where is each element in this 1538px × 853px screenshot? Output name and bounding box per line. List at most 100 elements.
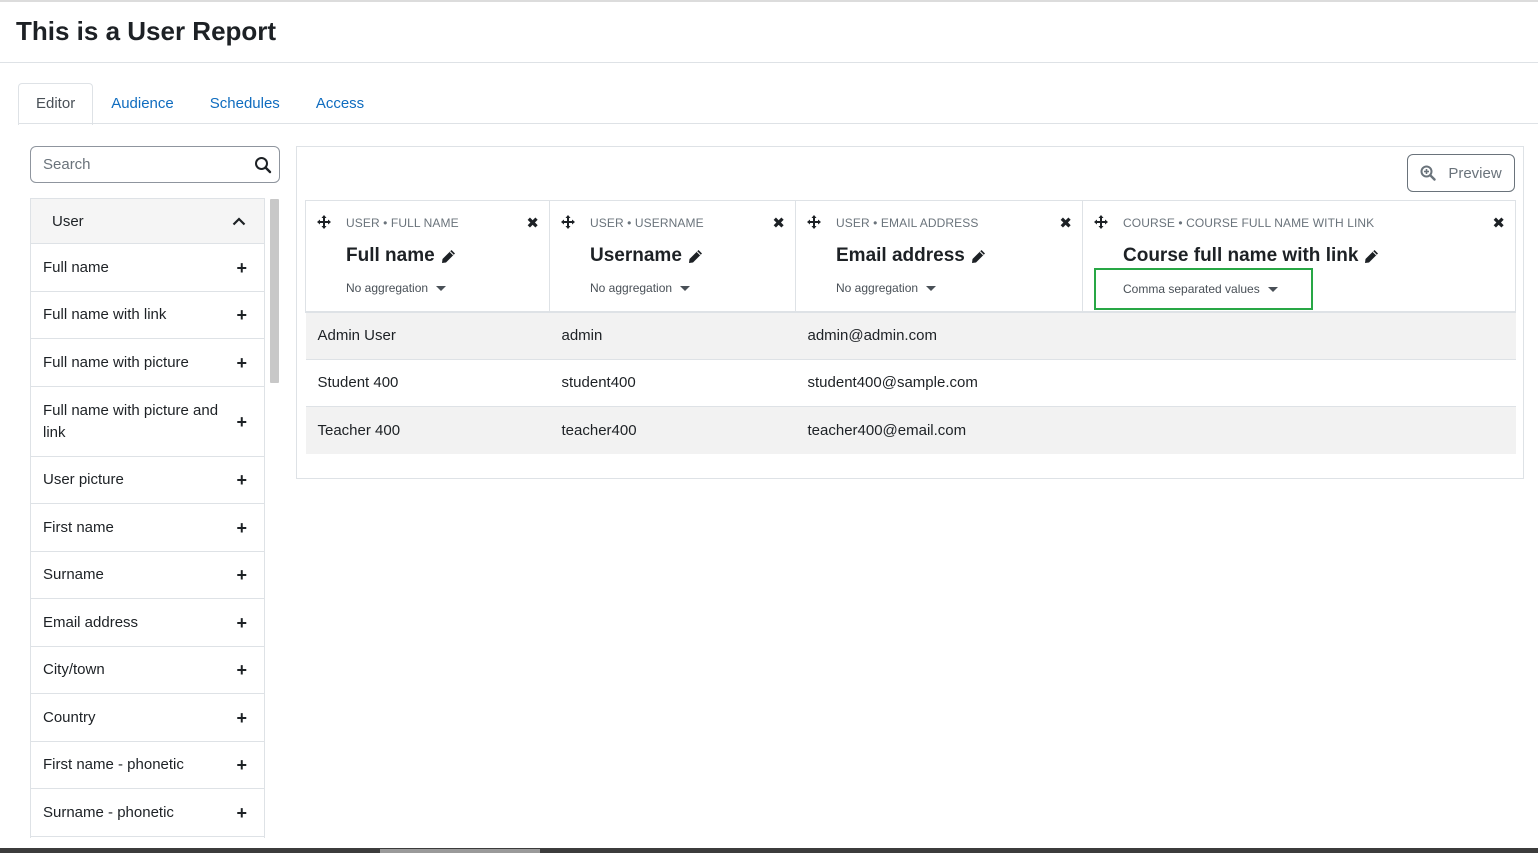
aggregation-dropdown[interactable]: No aggregation	[346, 281, 447, 295]
report-table: User • Full name ✖ Full name No aggregat…	[305, 200, 1516, 454]
pencil-icon[interactable]	[688, 249, 703, 264]
sidebar-item-surname[interactable]: Surname +	[31, 552, 264, 599]
sidebar-item-email-address[interactable]: Email address +	[31, 599, 264, 647]
sidebar-section-title: User	[52, 212, 84, 230]
title-divider	[0, 62, 1538, 63]
caret-down-icon	[926, 285, 937, 291]
plus-icon: +	[236, 470, 247, 490]
bottom-scrollbar-track	[0, 848, 1538, 853]
tabs-divider	[18, 123, 1538, 124]
pencil-icon[interactable]	[441, 249, 456, 264]
move-icon[interactable]	[1094, 215, 1108, 229]
close-icon[interactable]: ✖	[1492, 214, 1505, 232]
sidebar-item-label: Surname - phonetic	[43, 803, 174, 821]
plus-icon: +	[236, 305, 247, 325]
tab-bar: Editor Audience Schedules Access	[18, 83, 382, 125]
aggregation-value: Comma separated values	[1123, 282, 1260, 296]
column-title: Username	[590, 245, 682, 266]
column-header-full-name: User • Full name ✖ Full name No aggregat…	[305, 200, 550, 313]
sidebar-item-label: Surname	[43, 566, 104, 583]
pencil-icon[interactable]	[1364, 249, 1379, 264]
column-caption: Course • Course full name with link	[1123, 216, 1375, 230]
sidebar-item-label: Full name	[43, 258, 109, 276]
column-sidebar: User Full name + Full name with link + F…	[30, 198, 265, 838]
column-title-container: Course full name with link	[1123, 245, 1379, 267]
plus-icon: +	[236, 660, 247, 680]
preview-button[interactable]: Preview	[1407, 154, 1515, 192]
chevron-up-icon	[232, 216, 246, 225]
zoom-in-icon	[1420, 165, 1437, 181]
plus-icon: +	[236, 802, 247, 823]
column-caption: User • Full name	[346, 216, 459, 230]
bottom-scrollbar-thumb[interactable]	[380, 849, 540, 853]
sidebar-item-label: Country	[43, 708, 96, 726]
column-title-container: Username	[590, 245, 703, 267]
sidebar-item-label: Full name with link	[43, 306, 167, 323]
aggregation-value: No aggregation	[590, 281, 673, 295]
table-header-row: User • Full name ✖ Full name No aggregat…	[305, 200, 1516, 313]
close-icon[interactable]: ✖	[526, 214, 539, 232]
pencil-icon[interactable]	[971, 249, 986, 264]
table-cell: teacher400@email.com	[795, 406, 1083, 454]
aggregation-dropdown[interactable]: Comma separated values	[1123, 282, 1278, 296]
plus-icon: +	[236, 565, 247, 585]
table-cell	[1082, 406, 1516, 454]
move-icon[interactable]	[561, 215, 575, 229]
sidebar-item-label: User picture	[43, 471, 124, 488]
column-title: Course full name with link	[1123, 245, 1359, 266]
aggregation-value: No aggregation	[836, 281, 919, 295]
table-cell: student400@sample.com	[795, 358, 1083, 407]
sidebar-item-user-picture[interactable]: User picture +	[31, 457, 264, 504]
sidebar-item-full-name-with-link[interactable]: Full name with link +	[31, 292, 264, 339]
table-cell: teacher400	[549, 406, 796, 454]
sidebar-item-city-town[interactable]: City/town +	[31, 647, 264, 694]
aggregation-dropdown[interactable]: No aggregation	[836, 281, 937, 295]
sidebar-item-full-name-with-picture-and-link[interactable]: Full name with picture and link +	[31, 387, 264, 457]
sidebar-scrollbar[interactable]	[270, 199, 279, 383]
sidebar-section-user[interactable]: User	[31, 198, 264, 244]
search-box	[30, 146, 280, 183]
caret-down-icon	[1267, 286, 1278, 292]
sidebar-item-label: Email address	[43, 613, 139, 631]
table-row: Student 400 student400 student400@sample…	[305, 358, 1516, 407]
close-icon[interactable]: ✖	[772, 214, 785, 232]
sidebar-item-full-name[interactable]: Full name +	[31, 244, 264, 292]
plus-icon: +	[236, 352, 247, 373]
tab-schedules[interactable]: Schedules	[192, 83, 298, 124]
sidebar-item-first-name[interactable]: First name +	[31, 504, 264, 552]
plus-icon: +	[236, 612, 247, 633]
sidebar-item-first-name-phonetic[interactable]: First name - phonetic +	[31, 742, 264, 789]
move-icon[interactable]	[807, 215, 821, 229]
tab-audience[interactable]: Audience	[93, 83, 192, 124]
table-cell: admin	[549, 311, 796, 359]
plus-icon: +	[236, 257, 247, 278]
plus-icon: +	[236, 517, 247, 538]
sidebar-item-label: City/town	[43, 661, 105, 678]
search-icon[interactable]	[254, 156, 272, 174]
column-title: Email address	[836, 245, 965, 266]
plus-icon: +	[236, 755, 247, 775]
table-cell: Teacher 400	[305, 406, 550, 454]
sidebar-item-country[interactable]: Country +	[31, 694, 264, 742]
close-icon[interactable]: ✖	[1059, 214, 1072, 232]
caret-down-icon	[436, 285, 447, 291]
column-title: Full name	[346, 245, 435, 266]
column-title-container: Email address	[836, 245, 986, 267]
sidebar-item-label: Full name with picture	[43, 353, 189, 371]
column-header-course-full-name-with-link: Course • Course full name with link ✖ Co…	[1082, 200, 1516, 313]
aggregation-highlight: Comma separated values	[1094, 268, 1313, 310]
sidebar-item-surname-phonetic[interactable]: Surname - phonetic +	[31, 789, 264, 837]
search-input[interactable]	[31, 147, 241, 182]
tab-editor[interactable]: Editor	[18, 83, 94, 125]
plus-icon: +	[236, 411, 247, 432]
table-cell	[1082, 311, 1516, 359]
table-cell: Student 400	[305, 358, 550, 407]
column-header-email-address: User • Email address ✖ Email address No …	[795, 200, 1083, 313]
move-icon[interactable]	[317, 215, 331, 229]
aggregation-dropdown[interactable]: No aggregation	[590, 281, 691, 295]
sidebar-item-full-name-with-picture[interactable]: Full name with picture +	[31, 339, 264, 387]
plus-icon: +	[236, 707, 247, 728]
sidebar-item-label: First name - phonetic	[43, 756, 184, 773]
table-cell: admin@admin.com	[795, 311, 1083, 359]
tab-access[interactable]: Access	[298, 83, 382, 124]
